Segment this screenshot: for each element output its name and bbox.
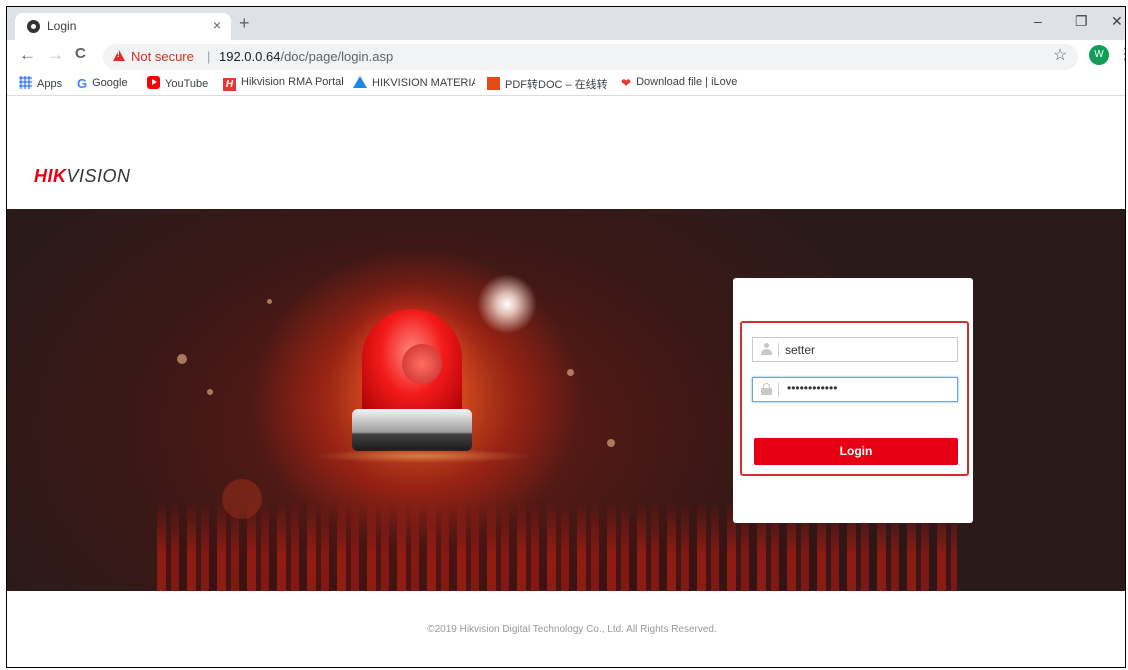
browser-menu-icon[interactable]: ⋮ <box>1117 44 1125 64</box>
username-input[interactable] <box>785 338 953 361</box>
bookmark-pdf-to-doc[interactable]: PDF转DOC – 在线转 <box>487 76 607 92</box>
bookmarks-bar: Apps G Google YouTube H Hikvision RMA Port… <box>7 72 1125 96</box>
google-icon: G <box>77 76 88 91</box>
url-path: /doc/page/login.asp <box>280 49 394 64</box>
password-field[interactable]: •••••••••••• <box>752 377 958 402</box>
sparkle <box>267 299 272 304</box>
username-field[interactable] <box>752 337 958 362</box>
hikvision-logo: HIKVISION <box>34 166 131 187</box>
page-content: HIKVISION •••••••••••• <box>7 96 1125 667</box>
bookmark-star-icon[interactable]: ☆ <box>1053 45 1067 65</box>
field-divider <box>778 343 779 357</box>
tab-title: Login <box>47 19 77 33</box>
hikvision-icon: H <box>223 78 236 91</box>
favicon-icon <box>27 20 40 33</box>
profile-avatar[interactable]: W <box>1089 45 1109 65</box>
security-status[interactable]: Not secure <box>131 49 194 64</box>
sparkle <box>607 439 615 447</box>
bookmark-label: Hikvision RMA Portal <box>241 76 344 88</box>
address-bar[interactable]: Not secure | 192.0.0.64/doc/page/login.a… <box>103 44 1078 70</box>
lock-icon <box>761 383 772 395</box>
warning-icon[interactable] <box>113 50 125 61</box>
url-text[interactable]: 192.0.0.64/doc/page/login.asp <box>219 49 393 64</box>
light-flare <box>477 274 537 334</box>
back-button[interactable]: ← <box>19 45 36 65</box>
sparkle <box>177 354 187 364</box>
reload-button[interactable]: C <box>75 45 86 62</box>
tab-strip: Login × + – ❐ ✕ <box>7 7 1125 40</box>
bookmark-google[interactable]: G Google <box>77 76 128 91</box>
apps-icon <box>19 76 32 89</box>
browser-toolbar: ← → C Not secure | 192.0.0.64/doc/page/l… <box>7 40 1125 72</box>
siren-bulb <box>402 344 442 384</box>
password-input[interactable]: •••••••••••• <box>787 381 837 395</box>
bookmark-label: Google <box>92 77 128 89</box>
forward-button[interactable]: → <box>47 45 64 65</box>
bookmark-label: PDF转DOC – 在线转 <box>505 79 607 91</box>
login-button[interactable]: Login <box>754 438 958 465</box>
heart-icon: ❤ <box>621 76 632 90</box>
restore-button[interactable]: ❐ <box>1075 13 1088 30</box>
sparkle <box>567 369 574 376</box>
youtube-icon <box>147 76 160 89</box>
bookmark-ilove[interactable]: ❤ Download file | iLove <box>621 76 738 90</box>
siren-base <box>352 409 472 451</box>
browser-window: Login × + – ❐ ✕ ← → C Not secure | 192.0… <box>6 6 1126 668</box>
pdf-icon <box>487 77 500 90</box>
copyright-text: ©2019 Hikvision Digital Technology Co., … <box>427 624 717 635</box>
drive-icon <box>353 76 367 88</box>
bookmark-youtube[interactable]: YouTube <box>147 76 208 90</box>
minimize-button[interactable]: – <box>1034 13 1042 29</box>
bookmark-hikvision-rma[interactable]: H Hikvision RMA Portal <box>223 76 344 91</box>
new-tab-button[interactable]: + <box>239 13 250 34</box>
tab-close-button[interactable]: × <box>213 17 221 33</box>
logo-hik: HIK <box>34 166 67 186</box>
bookmark-label: YouTube <box>165 78 209 90</box>
bookmark-hikvision-material[interactable]: HIKVISION MATERIAL <box>353 76 475 89</box>
field-divider <box>778 383 779 397</box>
user-icon <box>761 343 772 355</box>
bookmark-apps[interactable]: Apps <box>19 76 62 90</box>
alarm-siren-illustration <box>312 309 532 463</box>
close-window-button[interactable]: ✕ <box>1111 13 1123 30</box>
bookmark-label: Download file | iLove <box>636 76 738 88</box>
bookmark-label: Apps <box>37 78 63 90</box>
bookmark-label: HIKVISION MATERIAL <box>372 77 475 89</box>
url-host: 192.0.0.64 <box>219 49 281 64</box>
siren-dome <box>362 309 462 419</box>
tab-login[interactable]: Login × <box>15 13 231 40</box>
logo-vision: VISION <box>66 166 131 186</box>
address-separator: | <box>207 49 211 64</box>
siren-reflection <box>312 449 532 463</box>
sparkle <box>207 389 213 395</box>
